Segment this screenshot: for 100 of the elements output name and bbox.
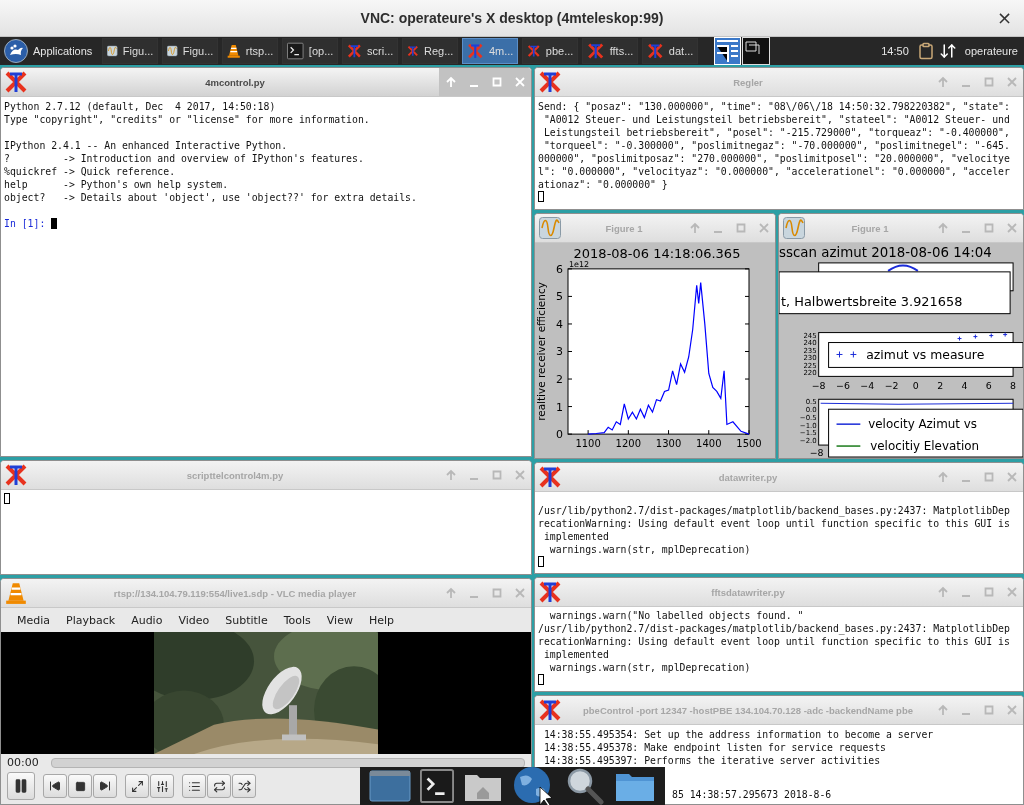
terminal-line: recationWarning: Using default event loop until function specific to this GUI is — [538, 517, 1011, 530]
loop-button[interactable] — [207, 774, 231, 798]
taskbar-item[interactable]: Figu... — [162, 38, 219, 64]
taskbar-item[interactable]: ffts... — [582, 38, 639, 64]
menu-item[interactable]: Subtitle — [217, 613, 276, 627]
taskbar-item[interactable]: Figu... — [102, 38, 159, 64]
stop-button[interactable] — [68, 774, 92, 798]
menu-item[interactable]: Media — [9, 613, 59, 627]
applications-menu-button[interactable]: Applications — [2, 38, 99, 64]
window-title-bar[interactable]: 4mcontrol.py — [1, 68, 531, 97]
axis-label: realtive receiver efficiency — [535, 282, 547, 421]
shuffle-button[interactable] — [232, 774, 256, 798]
menu-item[interactable]: Help — [360, 613, 402, 627]
playlist-button[interactable] — [182, 774, 206, 798]
tick-label: −6 — [836, 380, 850, 392]
terminal-line: %quickref -> Quick reference. — [4, 165, 177, 178]
list-icon — [187, 779, 201, 793]
menu-item[interactable]: Audio — [123, 613, 171, 627]
chart-title: 2018-08-06 14:18:06.365 — [573, 245, 741, 261]
terminal-line: object? -> Details about 'object', use 'object??' for extra details. — [4, 191, 418, 204]
legend-label: t, Halbwertsbreite 3.921658 — [781, 293, 963, 309]
legend-line — [835, 445, 862, 447]
raise-button[interactable] — [439, 68, 462, 96]
terminal-line: help -> Python's own help system. — [4, 178, 230, 191]
terminal-line: Python 2.7.12 (default, Dec 4 2017, 14:50:18) — [4, 100, 277, 113]
taskbar-item[interactable]: Reg... — [402, 38, 459, 64]
x-logo-icon — [538, 699, 562, 721]
taskbar-item[interactable]: pbe... — [522, 38, 579, 64]
x-logo-icon — [538, 71, 562, 93]
terminal-line: /usr/lib/python2.7/dist-packages/matplotlib/backend_bases.py:2437: MatplotlibDep — [538, 622, 1011, 635]
network-arrows-icon[interactable] — [938, 42, 957, 60]
pause-icon — [13, 778, 29, 794]
legend-line — [835, 423, 862, 425]
window-title: rtsp://134.104.79.119:554/live1.sdp - VLC media player — [112, 587, 358, 599]
close-icon — [512, 75, 527, 89]
tick-label: 2 — [556, 373, 563, 386]
x-logo-icon — [4, 71, 28, 93]
terminal-line: 14:38:55.495354: Set up the address information to become a server — [542, 728, 935, 741]
window-title: Figure 1 — [604, 222, 644, 234]
terminal-line: 14:38:55.495378: Make endpoint listen for service requests — [542, 741, 887, 754]
terminal-line: ationaz": "0.000000" } — [538, 178, 669, 191]
user-name[interactable]: operateure — [960, 45, 1022, 57]
chart-title: sscan azimut 2018-08-06 14:04 — [779, 244, 992, 260]
legend-label: velocitiy Elevation — [870, 439, 979, 454]
terminal-line: Send: { "posaz": "130.000000", "time": "08\/06\/18 14:50:32.798220382", "state": — [538, 100, 1011, 113]
terminal-icon — [287, 42, 304, 60]
clock[interactable]: 14:50 — [877, 45, 913, 57]
taskbar-item[interactable]: dat... — [642, 38, 699, 64]
terminal-prompt: In [1]: — [4, 217, 46, 230]
window-title: Regler — [732, 76, 764, 88]
workspace-grid-icon[interactable] — [714, 37, 771, 65]
tick-label: −8 — [809, 447, 824, 458]
previous-button[interactable] — [43, 774, 67, 798]
minimize-icon — [469, 85, 478, 87]
tick-label: −4 — [860, 380, 875, 392]
tick-label: 1100 — [575, 438, 601, 450]
taskbar-item[interactable]: 4m... — [462, 38, 519, 64]
fullscreen-icon — [130, 779, 144, 793]
sine-wave-icon — [539, 217, 561, 239]
tick-label: 0 — [912, 380, 919, 392]
clipboard-icon[interactable] — [916, 42, 935, 60]
sine-wave-icon — [167, 42, 178, 60]
x-logo-icon — [4, 464, 28, 486]
terminal-line: IPython 2.4.1 -- An enhanced Interactive Python. — [4, 139, 289, 152]
extended-settings-button[interactable] — [150, 774, 174, 798]
data-markers — [957, 332, 1008, 342]
search-icon — [565, 767, 606, 805]
terminal-line: ? -> Introduction and overview of IPython's features. — [4, 152, 365, 165]
paw-logo-icon — [4, 39, 28, 63]
terminal-line: 14:38:55.495397: Performs the iterative server activities — [542, 754, 882, 767]
skip-forward-icon — [99, 780, 111, 792]
minimize-icon — [961, 85, 970, 87]
menu-item[interactable]: Playback — [58, 613, 124, 627]
legend-label: velocity Azimut vs — [868, 417, 977, 432]
fullscreen-button[interactable] — [125, 774, 149, 798]
taskbar-item[interactable]: [op... — [282, 38, 339, 64]
pause-button[interactable] — [7, 772, 35, 800]
tick-label: 6 — [556, 262, 563, 276]
menu-item[interactable]: View — [318, 613, 361, 627]
taskbar-item[interactable]: scri... — [342, 38, 399, 64]
terminal-line: warnings.warn(str, mplDeprecation) — [548, 661, 752, 674]
sine-wave-icon — [783, 217, 805, 239]
tick-label: 0 — [556, 428, 563, 442]
taskbar-item[interactable]: rtsp... — [222, 38, 279, 64]
tick-label: 3 — [556, 345, 563, 359]
seek-bar[interactable] — [50, 757, 525, 768]
close-button[interactable] — [508, 68, 531, 96]
menu-item[interactable]: Video — [170, 613, 218, 627]
next-button[interactable] — [93, 774, 117, 798]
close-icon — [1004, 585, 1019, 599]
close-button[interactable]: × — [992, 8, 1016, 28]
minimize-icon — [469, 596, 478, 598]
show-desktop-button[interactable] — [368, 768, 411, 804]
minimize-icon — [961, 713, 970, 715]
menu-item[interactable]: Tools — [275, 613, 319, 627]
terminal-line: warnings.warn("No labelled objects found. " — [548, 609, 805, 622]
search-launcher[interactable] — [565, 767, 606, 805]
terminal-line: recationWarning: Using default event loop until function specific to this GUI is — [538, 635, 1011, 648]
terminal-line: Leistungsteil betriebsbereit", "posel": "-215.729000", "torqueaz": "-0.400000", — [542, 126, 1011, 139]
terminal-launcher[interactable] — [419, 769, 454, 803]
